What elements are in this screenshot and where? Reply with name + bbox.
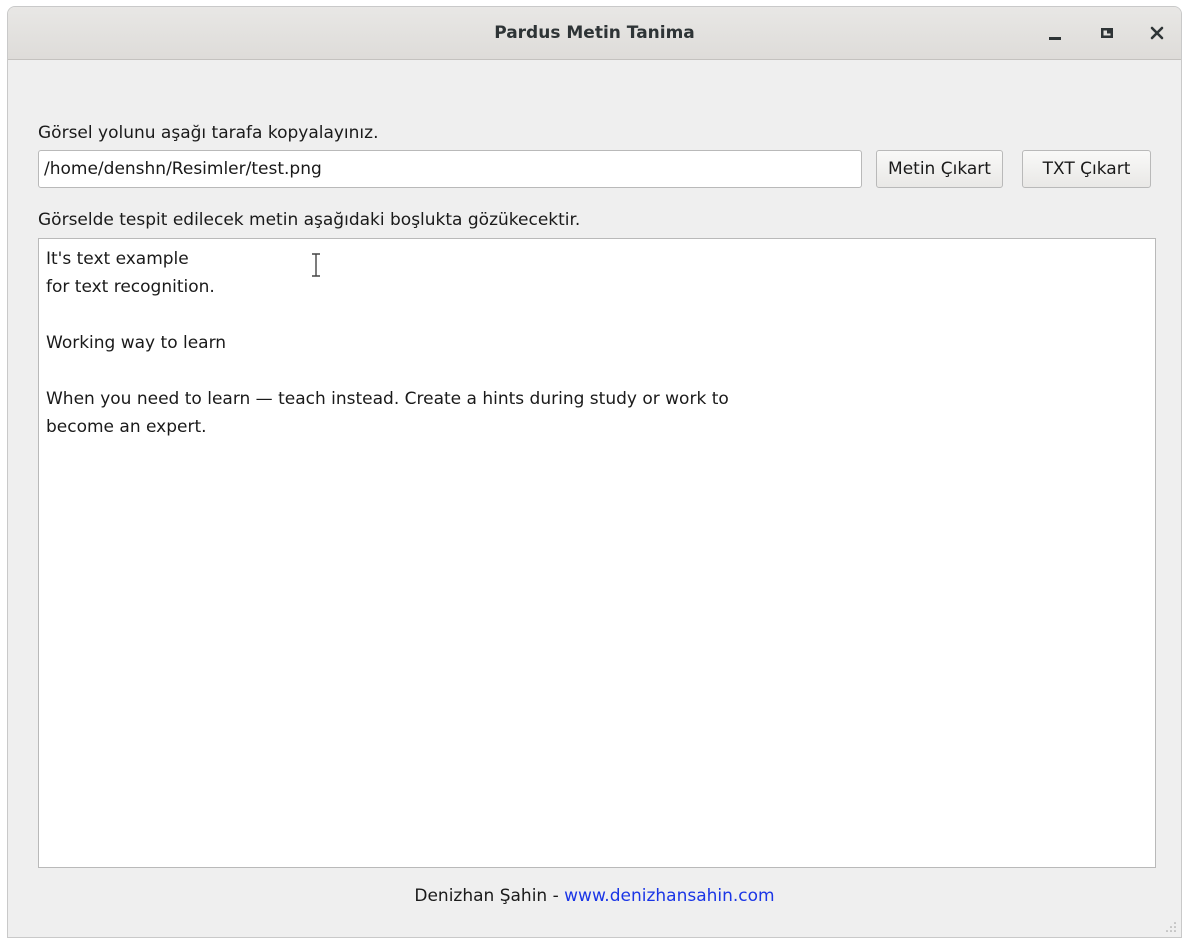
app-window: Pardus Metin Tanima Görsel yolunu aşağı … <box>7 6 1182 938</box>
result-label: Görselde tespit edilecek metin aşağıdaki… <box>38 210 581 230</box>
result-text-area[interactable]: It's text example for text recognition. … <box>38 238 1156 868</box>
txt-export-button[interactable]: TXT Çıkart <box>1022 150 1151 188</box>
maximize-icon[interactable] <box>1095 21 1119 45</box>
close-icon[interactable] <box>1145 21 1169 45</box>
resize-grip-icon[interactable] <box>1165 921 1177 933</box>
minimize-icon[interactable] <box>1043 21 1067 45</box>
footer-separator: - <box>547 886 565 906</box>
image-path-input[interactable] <box>38 150 862 188</box>
author-name: Denizhan Şahin <box>414 886 548 906</box>
window-title: Pardus Metin Tanima <box>494 23 695 43</box>
website-link[interactable]: www.denizhansahin.com <box>564 886 774 906</box>
text-cursor-icon <box>312 253 320 277</box>
title-bar[interactable]: Pardus Metin Tanima <box>8 7 1181 60</box>
path-label: Görsel yolunu aşağı tarafa kopyalayınız. <box>38 123 379 143</box>
extract-text-button[interactable]: Metin Çıkart <box>876 150 1003 188</box>
footer: Denizhan Şahin - www.denizhansahin.com <box>8 886 1181 906</box>
